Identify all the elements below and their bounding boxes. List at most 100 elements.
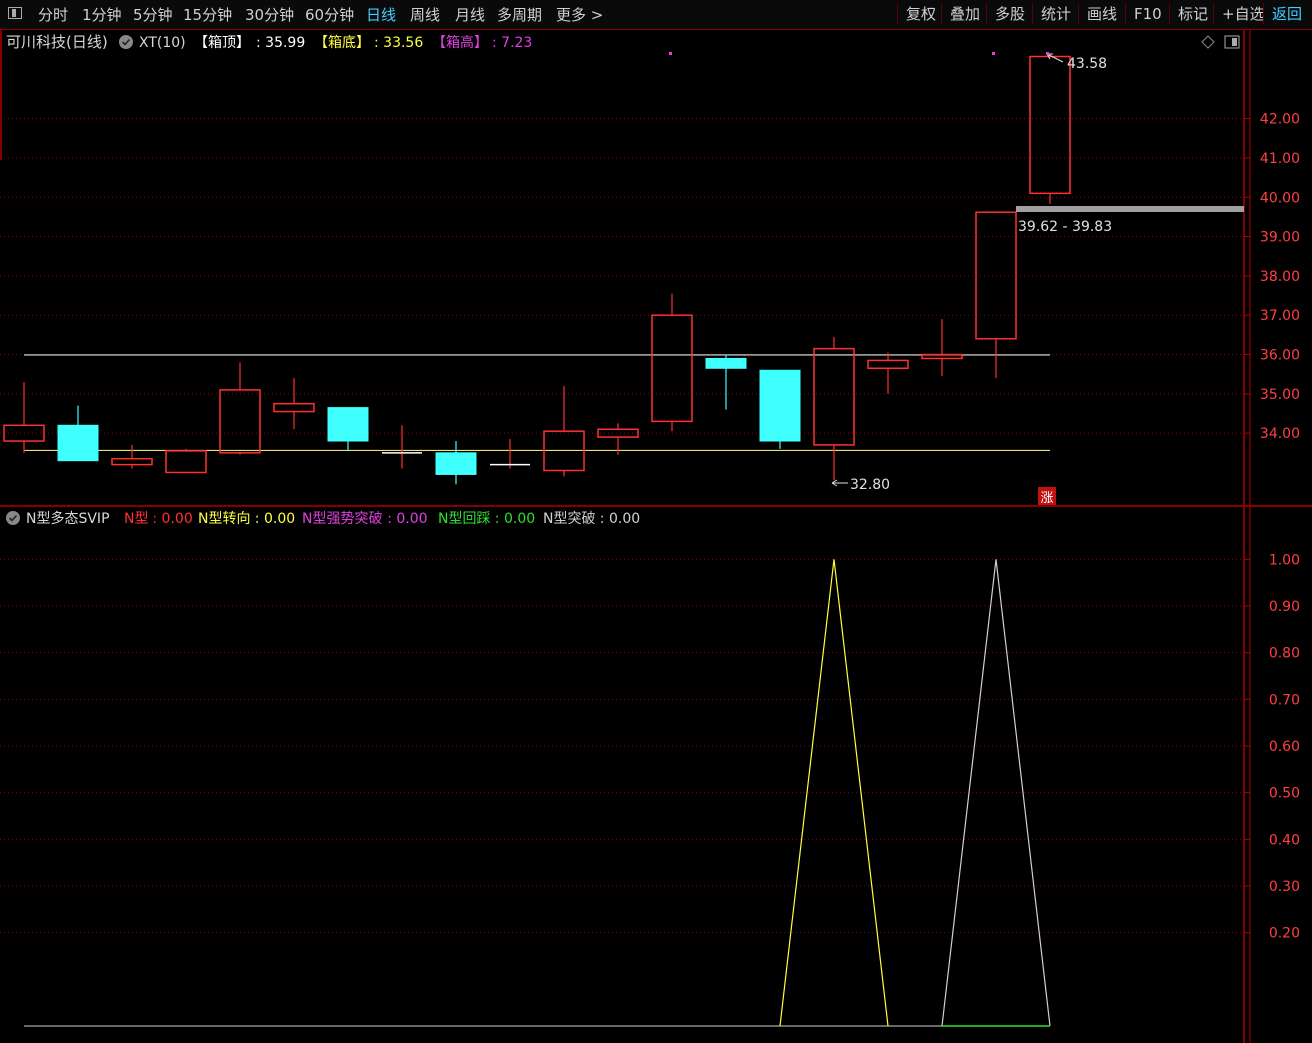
box-top-value: : 35.99 (256, 35, 305, 51)
candle-body (651, 314, 693, 423)
y-tick-label: 38.00 (1260, 269, 1300, 285)
candle-body (1029, 55, 1071, 195)
sub-item-label: N型回踩 (438, 511, 490, 527)
toolbar-button-6[interactable]: 标记 (1169, 3, 1216, 25)
candle (273, 378, 315, 430)
high-label: 43.58 (1067, 56, 1107, 72)
stock-name: 可川科技(日线) (6, 33, 108, 51)
main-panel-header: 可川科技(日线) XT(10) 【箱顶】 : 35.99 【箱底】 : 33.5… (6, 33, 1240, 51)
top-toolbar: 分时 1分钟 5分钟 15分钟 30分钟 60分钟 日线 周线 月线 多周期 更多 > 复权 叠加 多股… (0, 0, 1312, 30)
box-bottom-label: 【箱底】 (314, 35, 370, 51)
candle (327, 407, 369, 451)
indicator-toggle-icon[interactable] (119, 35, 133, 49)
toolbar-button-4[interactable]: 画线 (1078, 3, 1125, 25)
candle-body (111, 457, 153, 466)
candle-body (813, 347, 855, 446)
high-arrow-icon (1046, 53, 1064, 63)
candle (490, 439, 530, 469)
candle-body (867, 359, 909, 370)
y-tick-label: 42.00 (1260, 112, 1300, 128)
sub-y-axis: 0.20 0.30 0.40 0.50 0.60 0.70 0.80 0.90 1.00 (1244, 552, 1300, 942)
sub-y-tick-label: 0.20 (1269, 926, 1300, 942)
y-tick-label: 35.00 (1260, 387, 1300, 403)
candle (543, 385, 585, 477)
candle-body (273, 402, 315, 413)
box-lines (24, 354, 1050, 452)
candle-body (921, 353, 963, 360)
sub-indicator-toggle-icon[interactable] (6, 511, 20, 525)
main-grid (0, 118, 1244, 434)
annotations: 39.62 - 39.83 43.58 32.80 涨 (669, 52, 1244, 506)
y-tick-label: 36.00 (1260, 348, 1300, 364)
period-tab-0[interactable]: 分时 (38, 4, 68, 25)
sub-y-tick-label: 0.60 (1269, 739, 1300, 755)
period-tab-6[interactable]: 日线 (366, 4, 396, 25)
y-tick-label: 41.00 (1260, 151, 1300, 167)
sub-item-label: N型 (124, 511, 148, 527)
candle (111, 444, 153, 469)
indicator-name: XT(10) (139, 35, 186, 51)
box-top-label: 【箱顶】 (194, 35, 250, 51)
signal-dot (669, 52, 672, 55)
sub-item-value: : 0.00 (255, 511, 295, 527)
period-tab-2[interactable]: 5分钟 (133, 4, 173, 25)
sub-item-value: : 0.00 (152, 511, 192, 527)
period-tab-10[interactable]: 更多 > (556, 4, 603, 25)
window-toggle-icon[interactable] (8, 7, 22, 19)
period-tab-7[interactable]: 周线 (410, 4, 440, 25)
period-tab-9[interactable]: 多周期 (497, 4, 542, 25)
sub-item-label: N型转向 (198, 511, 250, 527)
range-band (1016, 206, 1244, 212)
candle (219, 362, 261, 455)
range-label: 39.62 - 39.83 (1018, 219, 1112, 235)
sub-panel-header: N型多态SVIP N型: 0.00 N型转向: 0.00 N型强势突破: 0.00 N… (6, 510, 640, 527)
y-tick-label: 34.00 (1260, 426, 1300, 442)
candle (651, 293, 693, 432)
low-arrow-icon (831, 479, 848, 487)
candle-body (165, 450, 207, 474)
toolbar-button-1[interactable]: 叠加 (941, 3, 988, 25)
sub-y-tick-label: 0.50 (1269, 786, 1300, 802)
sub-y-tick-label: 0.80 (1269, 646, 1300, 662)
candle-body (759, 369, 801, 442)
candle (867, 352, 909, 394)
sub-item-label: N型突破 (543, 511, 595, 527)
candle-body (435, 452, 477, 475)
candle (921, 319, 963, 377)
period-tab-4[interactable]: 30分钟 (245, 4, 294, 25)
sub-y-tick-label: 0.40 (1269, 832, 1300, 848)
y-tick-label: 39.00 (1260, 230, 1300, 246)
sub-y-tick-label: 1.00 (1269, 552, 1300, 568)
sub-y-tick-label: 0.30 (1269, 879, 1300, 895)
toolbar-button-8[interactable]: 返回 (1263, 3, 1310, 25)
sub-grid (0, 558, 1244, 1027)
candle (813, 336, 855, 481)
sub-item-value: : 0.00 (600, 511, 640, 527)
candle (3, 382, 45, 453)
toolbar-button-3[interactable]: 统计 (1032, 3, 1079, 25)
period-tab-5[interactable]: 60分钟 (305, 4, 354, 25)
candle-body (57, 424, 99, 462)
chart-frame (0, 30, 1312, 1043)
box-height-value: : 7.23 (492, 35, 532, 51)
sub-indicator-name: N型多态SVIP (26, 510, 110, 527)
period-tab-8[interactable]: 月线 (455, 4, 485, 25)
signal-dot (992, 52, 995, 55)
rise-badge-text: 涨 (1040, 491, 1053, 506)
candle-body (219, 389, 261, 454)
candle (1029, 55, 1071, 204)
sub-item-value: : 0.00 (387, 511, 427, 527)
candle-body (327, 407, 369, 442)
candle-body (705, 357, 747, 369)
toolbar-button-2[interactable]: 多股 (986, 3, 1033, 25)
toolbar-button-0[interactable]: 复权 (897, 3, 944, 25)
candle (759, 369, 801, 449)
period-tab-3[interactable]: 15分钟 (183, 4, 232, 25)
box-bottom-value: : 33.56 (374, 35, 423, 51)
candle (435, 441, 477, 485)
candle (382, 425, 422, 469)
candle (57, 405, 99, 462)
toolbar-button-5[interactable]: F10 (1125, 3, 1170, 25)
period-tab-1[interactable]: 1分钟 (82, 4, 122, 25)
diamond-icon[interactable] (1201, 35, 1215, 49)
